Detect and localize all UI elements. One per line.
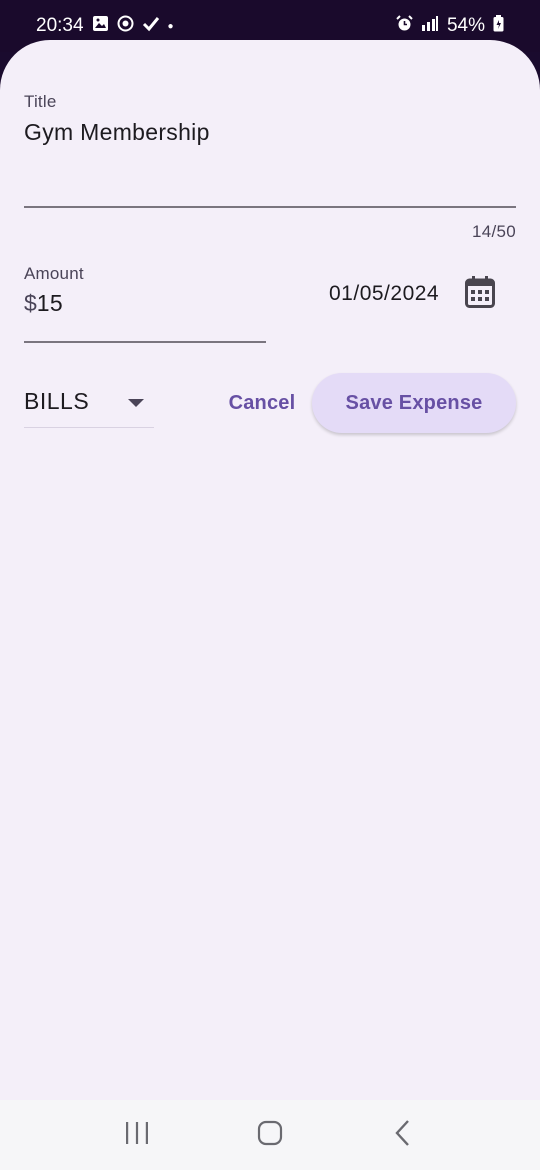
battery-icon: [493, 14, 504, 38]
save-expense-button[interactable]: Save Expense: [312, 373, 516, 433]
category-selected: BILLS: [24, 388, 90, 414]
title-input[interactable]: Gym Membership: [24, 119, 516, 146]
recents-button[interactable]: [107, 1105, 167, 1165]
face-icon: [117, 15, 134, 38]
home-button[interactable]: [240, 1105, 300, 1165]
check-icon: [142, 15, 160, 38]
image-icon: [92, 15, 109, 38]
title-field[interactable]: Title Gym Membership: [24, 92, 516, 210]
amount-prefix: $: [24, 290, 37, 316]
cancel-button[interactable]: Cancel: [218, 380, 306, 426]
title-label: Title: [24, 92, 57, 111]
recents-icon: [124, 1121, 150, 1150]
amount-underline: [24, 341, 266, 343]
status-right: 54%: [396, 14, 504, 38]
calendar-icon: [465, 275, 495, 313]
dropdown-arrow-icon: [128, 399, 144, 407]
signal-icon: [421, 15, 439, 38]
category-dropdown[interactable]: BILLS: [24, 380, 154, 428]
navigation-bar: [0, 1100, 540, 1170]
calendar-button[interactable]: [458, 272, 502, 316]
amount-row: $ 15: [24, 290, 266, 317]
alarm-icon: [396, 14, 413, 38]
amount-label: Amount: [24, 264, 84, 283]
selected-date: 01/05/2024: [329, 282, 440, 305]
status-left: 20:34 ●: [36, 15, 174, 38]
title-char-counter: 14/50: [471, 222, 516, 241]
amount-input[interactable]: 15: [37, 290, 63, 317]
home-icon: [257, 1120, 283, 1151]
status-time: 20:34: [36, 15, 84, 36]
amount-field[interactable]: Amount $ 15: [24, 264, 266, 344]
battery-percent: 54%: [446, 15, 485, 36]
back-button[interactable]: [373, 1105, 433, 1165]
back-icon: [393, 1119, 413, 1152]
title-underline: [24, 206, 516, 208]
dot-icon: ●: [167, 20, 174, 32]
